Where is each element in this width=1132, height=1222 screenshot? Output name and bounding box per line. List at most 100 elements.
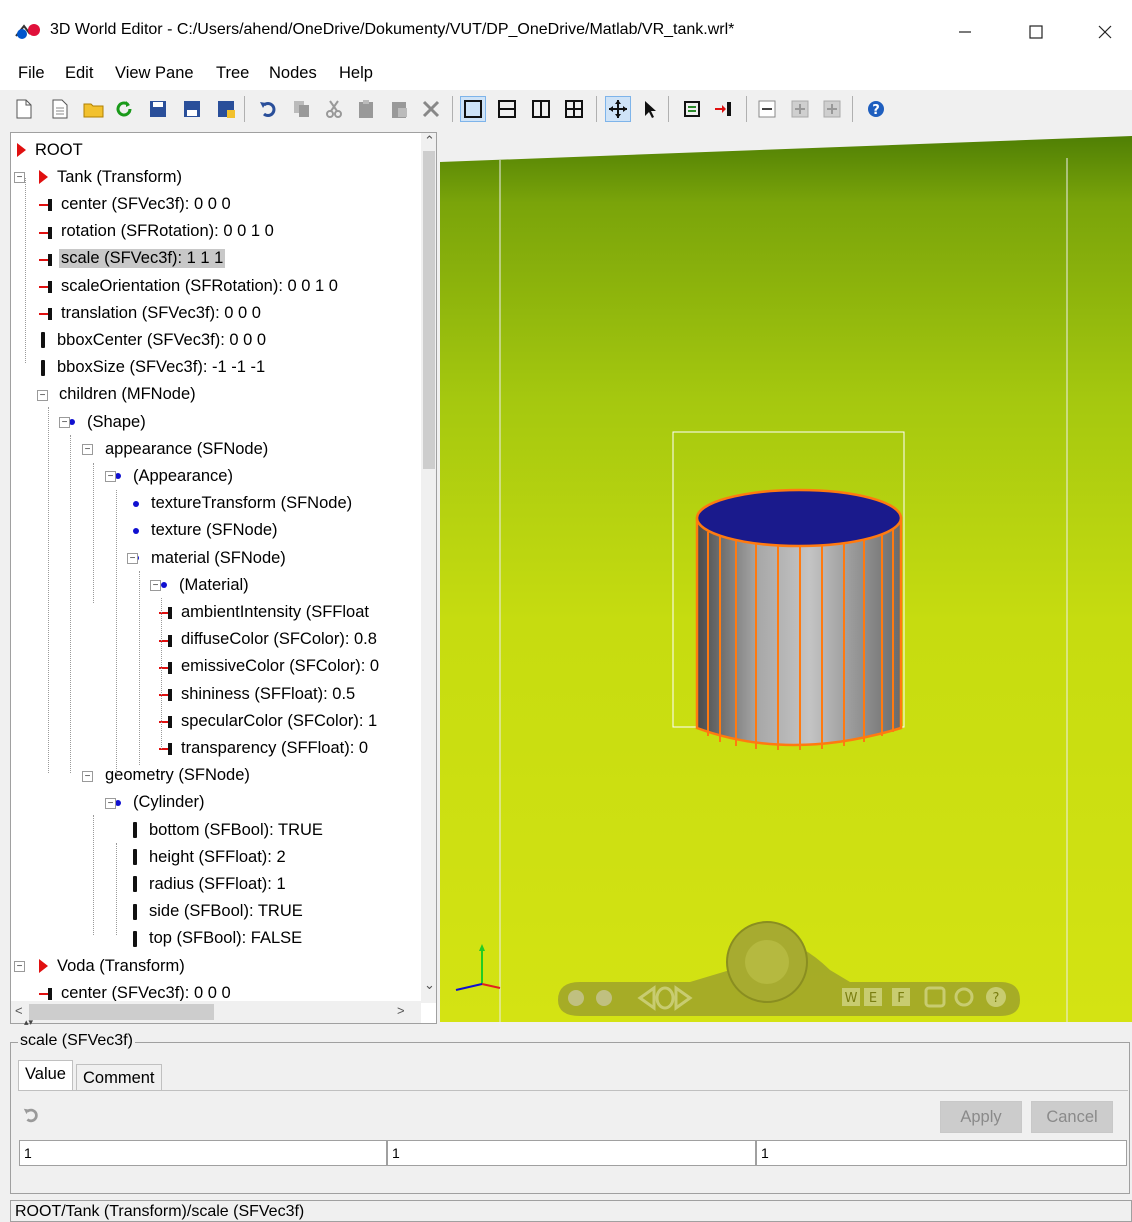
- tree-node[interactable]: Tank (Transform): [39, 165, 184, 189]
- collapse-toggle-icon[interactable]: −: [14, 961, 25, 972]
- cancel-button[interactable]: Cancel: [1031, 1101, 1113, 1133]
- new-from-template-button[interactable]: [48, 97, 72, 121]
- split-horizontal-button[interactable]: [495, 97, 519, 121]
- tree-node[interactable]: diffuseColor (SFColor): 0.8: [159, 628, 379, 652]
- horizontal-splitter[interactable]: ▴▾: [10, 1017, 1132, 1032]
- tree-node[interactable]: appearance (SFNode): [85, 437, 270, 461]
- tree-node[interactable]: ROOT: [17, 138, 85, 162]
- collapse-toggle-icon[interactable]: −: [82, 770, 93, 782]
- inline-node-button[interactable]: [680, 97, 704, 121]
- tree-vertical-scrollbar[interactable]: ⌃ ⌄: [421, 133, 436, 1003]
- nav-close-icon[interactable]: [568, 990, 584, 1006]
- collapse-toggle-icon[interactable]: −: [82, 444, 93, 456]
- maximize-button[interactable]: [1013, 12, 1059, 52]
- revert-button[interactable]: [22, 1106, 40, 1129]
- 3d-viewport[interactable]: W E F ?: [440, 132, 1132, 1022]
- save-as-button[interactable]: [180, 97, 204, 121]
- tree-node[interactable]: specularColor (SFColor): 1: [159, 709, 379, 733]
- tree-horizontal-scrollbar[interactable]: < >: [11, 1001, 421, 1023]
- scroll-up-icon[interactable]: ⌃: [424, 133, 435, 149]
- navigation-panel[interactable]: W E F ?: [558, 921, 1020, 1016]
- collapse-button[interactable]: [755, 97, 779, 121]
- exposed-field-icon: [39, 279, 56, 293]
- move-tool-button[interactable]: [605, 96, 631, 122]
- scene-tree[interactable]: ROOT Tank (Transform) center (SFVec3f): 0 …: [10, 132, 437, 1024]
- menu-file[interactable]: File: [18, 64, 45, 83]
- tree-horizontal-scroll-thumb[interactable]: [29, 1004, 214, 1020]
- tree-node[interactable]: (Appearance): [113, 464, 235, 488]
- select-tool-button[interactable]: [638, 97, 662, 121]
- tree-node[interactable]: scaleOrientation (SFRotation): 0 0 1 0: [39, 274, 340, 298]
- tree-node[interactable]: bboxSize (SFVec3f): -1 -1 -1: [39, 356, 267, 380]
- tree-node[interactable]: side (SFBool): TRUE: [131, 900, 305, 924]
- expand-button[interactable]: [788, 97, 812, 121]
- value-cell-z[interactable]: 1: [756, 1140, 1127, 1166]
- tree-node[interactable]: bottom (SFBool): TRUE: [131, 818, 325, 842]
- nav-minimize-icon[interactable]: [596, 990, 612, 1006]
- tree-node[interactable]: radius (SFFloat): 1: [131, 872, 288, 896]
- tree-node[interactable]: scale (SFVec3f): 1 1 1: [39, 247, 226, 271]
- new-document-button[interactable]: [12, 97, 36, 121]
- tree-node[interactable]: transparency (SFFloat): 0: [159, 736, 370, 760]
- tree-node[interactable]: translation (SFVec3f): 0 0 0: [39, 301, 263, 325]
- save-button[interactable]: [146, 97, 170, 121]
- tree-node[interactable]: shininess (SFFloat): 0.5: [159, 682, 357, 706]
- scroll-left-icon[interactable]: <: [15, 1003, 23, 1018]
- tree-node[interactable]: rotation (SFRotation): 0 0 1 0: [39, 220, 276, 244]
- menu-help[interactable]: Help: [339, 64, 373, 83]
- tree-node[interactable]: Voda (Transform): [39, 954, 187, 978]
- help-button[interactable]: ?: [864, 97, 888, 121]
- tree-vertical-scroll-thumb[interactable]: [423, 151, 435, 469]
- collapse-toggle-icon[interactable]: −: [105, 797, 116, 809]
- tree-node[interactable]: textureTransform (SFNode): [131, 492, 354, 516]
- tab-value[interactable]: Value: [18, 1060, 73, 1090]
- menu-nodes[interactable]: Nodes: [269, 64, 317, 83]
- delete-button[interactable]: [419, 97, 443, 121]
- expand-all-button[interactable]: [820, 97, 844, 121]
- collapse-toggle-icon[interactable]: −: [105, 471, 116, 483]
- quad-view-button[interactable]: [562, 97, 586, 121]
- menu-edit[interactable]: Edit: [65, 64, 93, 83]
- value-cell-y[interactable]: 1: [387, 1140, 756, 1166]
- tree-node[interactable]: children (MFNode): [39, 383, 198, 407]
- splitter-grip-icon[interactable]: ▴▾: [24, 1017, 33, 1028]
- paste-special-button[interactable]: [387, 97, 411, 121]
- tree-node[interactable]: emissiveColor (SFColor): 0: [159, 655, 381, 679]
- paste-button[interactable]: [354, 97, 378, 121]
- tree-node[interactable]: texture (SFNode): [131, 519, 280, 543]
- close-button[interactable]: [1082, 12, 1128, 52]
- insert-field-button[interactable]: [712, 97, 736, 121]
- menu-view-pane[interactable]: View Pane: [115, 64, 194, 83]
- undo-button[interactable]: [256, 97, 280, 121]
- scroll-down-icon[interactable]: ⌄: [424, 977, 435, 993]
- tree-node[interactable]: height (SFFloat): 2: [131, 845, 288, 869]
- collapse-toggle-icon[interactable]: −: [14, 172, 25, 184]
- copy-button[interactable]: [290, 97, 314, 121]
- collapse-toggle-icon[interactable]: −: [37, 389, 48, 401]
- save-copy-button[interactable]: [214, 97, 238, 121]
- scroll-right-icon[interactable]: >: [397, 1003, 405, 1018]
- tree-node[interactable]: top (SFBool): FALSE: [131, 927, 304, 951]
- navigation-wheel-center[interactable]: [745, 940, 789, 984]
- cylinder-tank[interactable]: [695, 488, 903, 750]
- tree-node[interactable]: geometry (SFNode): [85, 764, 252, 788]
- menu-tree[interactable]: Tree: [216, 64, 249, 83]
- collapse-toggle-icon[interactable]: −: [127, 553, 138, 564]
- tree-node[interactable]: material (SFNode): [131, 546, 288, 570]
- tree-node[interactable]: (Shape): [67, 410, 148, 434]
- tree-node[interactable]: (Cylinder): [113, 791, 207, 815]
- cut-button[interactable]: [322, 97, 346, 121]
- tree-node[interactable]: bboxCenter (SFVec3f): 0 0 0: [39, 328, 268, 352]
- value-cell-x[interactable]: 1: [19, 1140, 387, 1166]
- single-view-button[interactable]: [460, 96, 486, 122]
- apply-button[interactable]: Apply: [940, 1101, 1022, 1133]
- split-vertical-button[interactable]: [529, 97, 553, 121]
- collapse-toggle-icon[interactable]: −: [150, 580, 161, 592]
- open-button[interactable]: [82, 97, 106, 121]
- collapse-toggle-icon[interactable]: −: [59, 417, 70, 428]
- tree-node[interactable]: (Material): [159, 573, 251, 597]
- tree-node[interactable]: center (SFVec3f): 0 0 0: [39, 192, 233, 216]
- reload-button[interactable]: [112, 97, 136, 121]
- tree-node[interactable]: ambientIntensity (SFFloat: [159, 600, 371, 624]
- minimize-button[interactable]: [942, 12, 988, 52]
